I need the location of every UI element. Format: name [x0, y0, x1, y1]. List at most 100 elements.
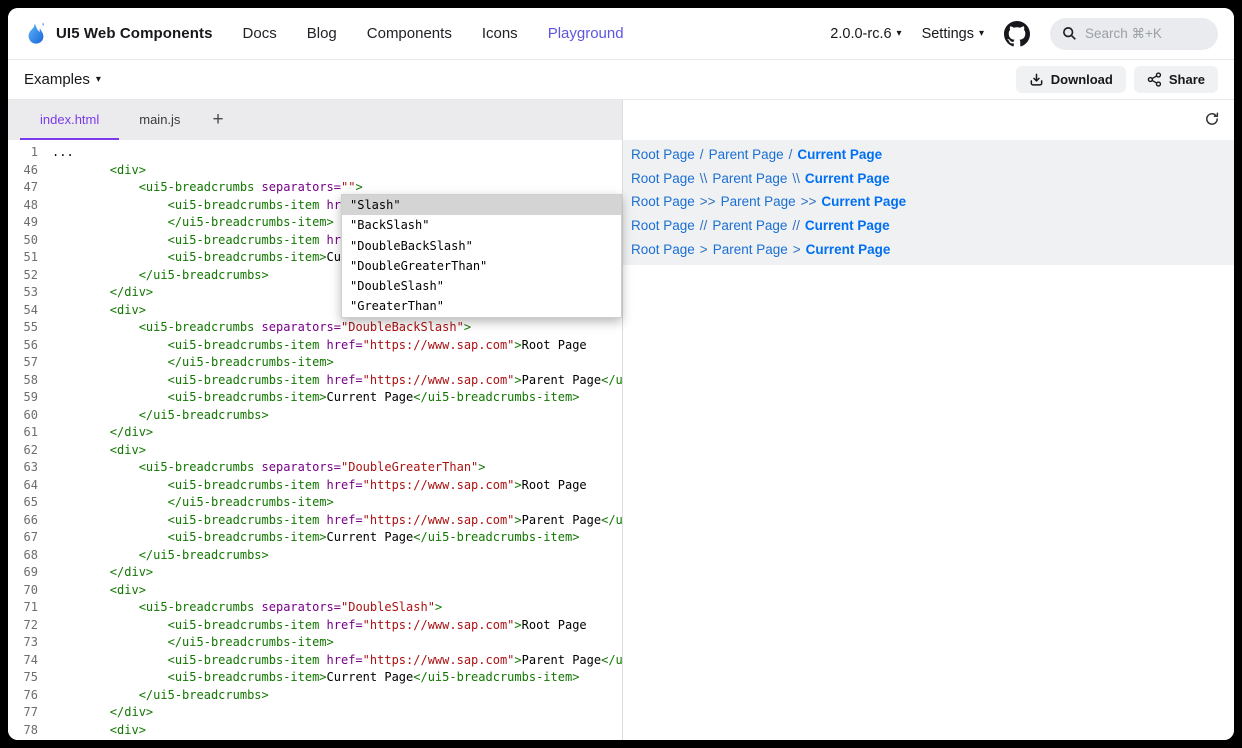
code-token: "https://www.sap.com" [363, 653, 515, 667]
line-number: 58 [8, 372, 38, 390]
nav-item-blog[interactable]: Blog [307, 25, 337, 42]
line-number: 74 [8, 652, 38, 670]
code-line: 59 <ui5-breadcrumbs-item>Current Page</u… [8, 389, 622, 407]
code-token: </div> [52, 705, 153, 719]
line-number: 54 [8, 302, 38, 320]
line-content: </div> [52, 704, 153, 722]
code-token: <ui5-breadcrumbs [52, 320, 254, 334]
code-token: <ui5-breadcrumbs-item> [52, 250, 327, 264]
breadcrumb-example: Root Page\\Parent Page\\Current Page [631, 167, 1234, 191]
add-tab-button[interactable]: + [200, 100, 235, 140]
breadcrumb-separator: / [700, 147, 704, 162]
breadcrumb-link[interactable]: Root Page [631, 218, 695, 233]
share-button[interactable]: Share [1134, 66, 1218, 93]
version-dropdown[interactable]: 2.0.0-rc.6 ▾ [830, 26, 901, 42]
code-token: Root Page [522, 618, 587, 632]
code-token: "DoubleSlash" [341, 600, 435, 614]
code-token: Root Page [522, 478, 587, 492]
autocomplete-option[interactable]: "BackSlash" [342, 215, 621, 235]
search-box[interactable] [1050, 18, 1218, 50]
code-line: 60 </ui5-breadcrumbs> [8, 407, 622, 425]
examples-dropdown[interactable]: Examples ▾ [24, 71, 101, 88]
code-token: > [514, 338, 521, 352]
nav-item-docs[interactable]: Docs [243, 25, 277, 42]
breadcrumb-current: Current Page [797, 147, 882, 162]
code-token: <ui5-breadcrumbs-item> [52, 530, 327, 544]
settings-dropdown[interactable]: Settings ▾ [922, 26, 984, 42]
breadcrumb-link[interactable]: Parent Page [721, 194, 796, 209]
line-content: <div> [52, 722, 146, 740]
download-button[interactable]: Download [1016, 66, 1126, 93]
breadcrumb-link[interactable]: Parent Page [713, 242, 788, 257]
code-line: 76 </ui5-breadcrumbs> [8, 687, 622, 705]
line-content: </div> [52, 424, 153, 442]
code-token: <ui5-breadcrumbs-item [52, 513, 319, 527]
code-token: separators= [254, 180, 341, 194]
autocomplete-option[interactable]: "DoubleBackSlash" [342, 236, 621, 256]
code-token: > [478, 460, 485, 474]
line-number: 53 [8, 284, 38, 302]
nav-item-playground[interactable]: Playground [548, 25, 624, 42]
autocomplete-option[interactable]: "DoubleGreaterThan" [342, 256, 621, 276]
code-token: </div> [52, 565, 153, 579]
code-token: separators= [254, 600, 341, 614]
code-token: </ui5-breadcrumbs> [52, 408, 269, 422]
refresh-button[interactable] [1204, 111, 1220, 130]
editor-tabbar: index.htmlmain.js+ [8, 100, 622, 140]
search-icon [1062, 26, 1077, 41]
breadcrumb-link[interactable]: Root Page [631, 171, 695, 186]
github-icon[interactable] [1004, 21, 1030, 47]
line-content: ... [52, 144, 74, 162]
code-token: Current Page [327, 670, 414, 684]
code-token: <ui5-breadcrumbs [52, 600, 254, 614]
code-token: </ui5 [601, 513, 622, 527]
code-token: <ui5-breadcrumbs-item [52, 653, 319, 667]
code-token: </ui5-breadcrumbs-item> [52, 495, 334, 509]
line-content: <ui5-breadcrumbs separators="DoubleSlash… [52, 599, 442, 617]
breadcrumb-link[interactable]: Root Page [631, 242, 695, 257]
line-number: 77 [8, 704, 38, 722]
code-token: <ui5-breadcrumbs-item [52, 233, 319, 247]
autocomplete-option[interactable]: "GreaterThan" [342, 296, 621, 316]
line-content: <ui5-breadcrumbs-item hr [52, 232, 341, 250]
toolbar-actions: Download Share [1016, 66, 1218, 93]
code-token: <ui5-breadcrumbs-item [52, 478, 319, 492]
breadcrumb-link[interactable]: Parent Page [712, 171, 787, 186]
ui5-logo-icon [24, 21, 48, 47]
tab-main-js[interactable]: main.js [119, 100, 200, 140]
code-token: Current Page [327, 530, 414, 544]
code-token: </ui5-breadcrumbs> [52, 688, 269, 702]
code-token: Root Page [522, 338, 587, 352]
line-number: 49 [8, 214, 38, 232]
breadcrumb-separator: >> [700, 194, 716, 209]
code-token: > [355, 180, 362, 194]
tab-index-html[interactable]: index.html [20, 100, 119, 140]
nav-item-icons[interactable]: Icons [482, 25, 518, 42]
code-token: Cu [327, 250, 341, 264]
search-input[interactable] [1085, 26, 1195, 41]
code-token: </ui5-breadcrumbs-item> [413, 670, 579, 684]
code-token: <ui5-breadcrumbs [52, 180, 254, 194]
nav-item-components[interactable]: Components [367, 25, 452, 42]
breadcrumb-separator: > [700, 242, 708, 257]
code-token: </ui5-breadcrumbs-item> [52, 215, 334, 229]
line-number: 70 [8, 582, 38, 600]
line-number: 76 [8, 687, 38, 705]
line-content: </ui5-breadcrumbs> [52, 267, 269, 285]
breadcrumbs-preview: Root Page/Parent Page/Current PageRoot P… [623, 140, 1234, 265]
breadcrumb-link[interactable]: Root Page [631, 194, 695, 209]
workspace: index.htmlmain.js+ 1...46 <div>47 <ui5-b… [8, 100, 1234, 740]
code-token: "https://www.sap.com" [363, 478, 515, 492]
breadcrumb-link[interactable]: Parent Page [712, 218, 787, 233]
autocomplete-option[interactable]: "DoubleSlash" [342, 276, 621, 296]
brand[interactable]: UI5 Web Components [24, 21, 213, 47]
breadcrumb-link[interactable]: Parent Page [709, 147, 784, 162]
autocomplete-option[interactable]: "Slash" [342, 195, 621, 215]
breadcrumb-separator: \\ [792, 171, 800, 186]
preview-topbar [623, 100, 1234, 140]
line-number: 60 [8, 407, 38, 425]
line-content: </div> [52, 284, 153, 302]
breadcrumb-link[interactable]: Root Page [631, 147, 695, 162]
code-token: </ui5-breadcrumbs> [52, 268, 269, 282]
examples-label: Examples [24, 71, 90, 88]
